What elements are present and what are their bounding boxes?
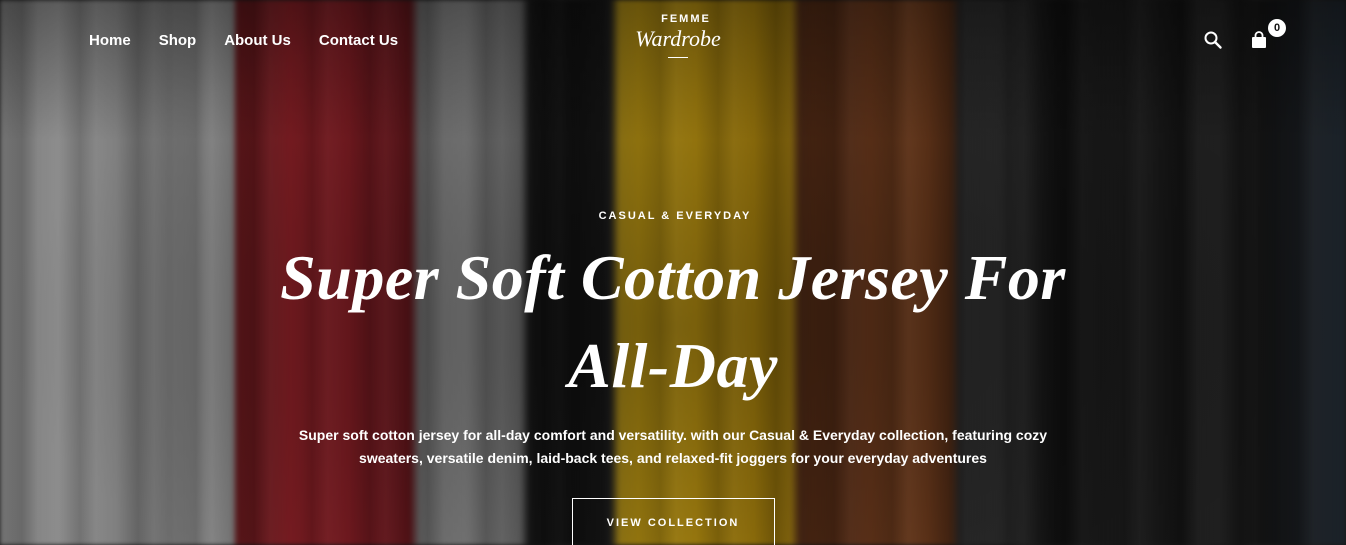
header-actions: 0 <box>1201 19 1286 52</box>
shopping-bag-icon <box>1252 31 1266 48</box>
nav-item-home[interactable]: Home <box>89 30 131 52</box>
nav-item-shop[interactable]: Shop <box>159 30 197 52</box>
search-icon[interactable] <box>1201 28 1225 52</box>
hero-headline: Super Soft Cotton Jersey For All-Day <box>280 242 1066 401</box>
view-collection-button[interactable]: VIEW COLLECTION <box>571 498 775 545</box>
main-nav: Home Shop About Us Contact Us <box>89 30 426 52</box>
hero-copy: CASUAL & EVERYDAY Super Soft Cotton Jers… <box>0 208 1346 545</box>
cart-button[interactable]: 0 <box>1247 19 1286 52</box>
hero-eyebrow: CASUAL & EVERYDAY <box>598 210 752 222</box>
nav-item-contact-us[interactable]: Contact Us <box>319 30 398 52</box>
cart-count-badge: 0 <box>1268 19 1286 37</box>
hero-subtext: Super soft cotton jersey for all-day com… <box>298 427 1048 466</box>
nav-item-about-us[interactable]: About Us <box>224 30 291 52</box>
hero-banner: Home Shop About Us Contact Us FEMME Ward… <box>0 0 1346 545</box>
